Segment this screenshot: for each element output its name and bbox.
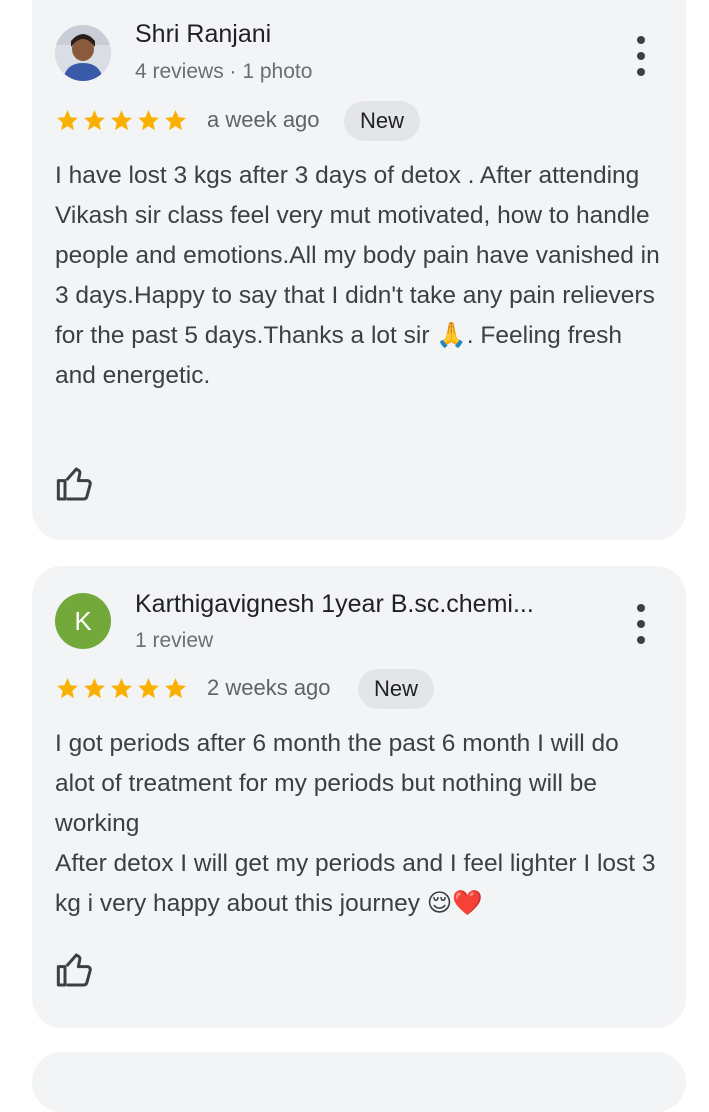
new-badge: New (358, 669, 435, 709)
star-icon (111, 678, 132, 699)
review-text: I have lost 3 kgs after 3 days of detox … (55, 156, 665, 396)
thumb-up-icon[interactable] (55, 464, 95, 504)
review-card-partial (32, 1052, 686, 1112)
new-badge: New (344, 101, 421, 141)
reviewer-avatar[interactable]: K (55, 593, 111, 649)
review-text-line: I got periods after 6 month the past 6 m… (55, 730, 619, 837)
star-icon (57, 110, 78, 131)
review-text-line: After detox I will get my periods and I … (55, 850, 656, 917)
review-text-body: I have lost 3 kgs after 3 days of detox … (55, 162, 660, 389)
star-icon (138, 678, 159, 699)
reviewer-meta: 4 reviews · 1 photo (135, 60, 313, 83)
reviewer-avatar[interactable] (55, 25, 111, 81)
avatar-photo-icon (55, 25, 111, 81)
star-icon (57, 678, 78, 699)
review-card: Shri Ranjani 4 reviews · 1 photo a week … (32, 0, 686, 540)
review-card: K Karthigavignesh 1year B.sc.chemi... 1 … (32, 566, 686, 1028)
rating-stars (55, 108, 188, 133)
star-icon (84, 110, 105, 131)
more-vert-icon (637, 604, 645, 612)
rating-stars (55, 676, 188, 701)
reviewer-meta: 1 review (135, 629, 214, 652)
review-date: a week ago (207, 107, 320, 132)
star-icon (111, 110, 132, 131)
more-vert-icon (637, 36, 645, 44)
reviewer-name[interactable]: Karthigavignesh 1year B.sc.chemi... (135, 590, 534, 619)
star-icon (138, 110, 159, 131)
review-date: 2 weeks ago (207, 675, 331, 700)
star-icon (165, 678, 186, 699)
thumb-up-icon[interactable] (55, 950, 95, 990)
more-options-button[interactable] (634, 604, 648, 644)
review-text: I got periods after 6 month the past 6 m… (55, 724, 665, 924)
reviewer-name[interactable]: Shri Ranjani (135, 20, 271, 49)
star-icon (165, 110, 186, 131)
more-options-button[interactable] (634, 36, 648, 76)
star-icon (84, 678, 105, 699)
